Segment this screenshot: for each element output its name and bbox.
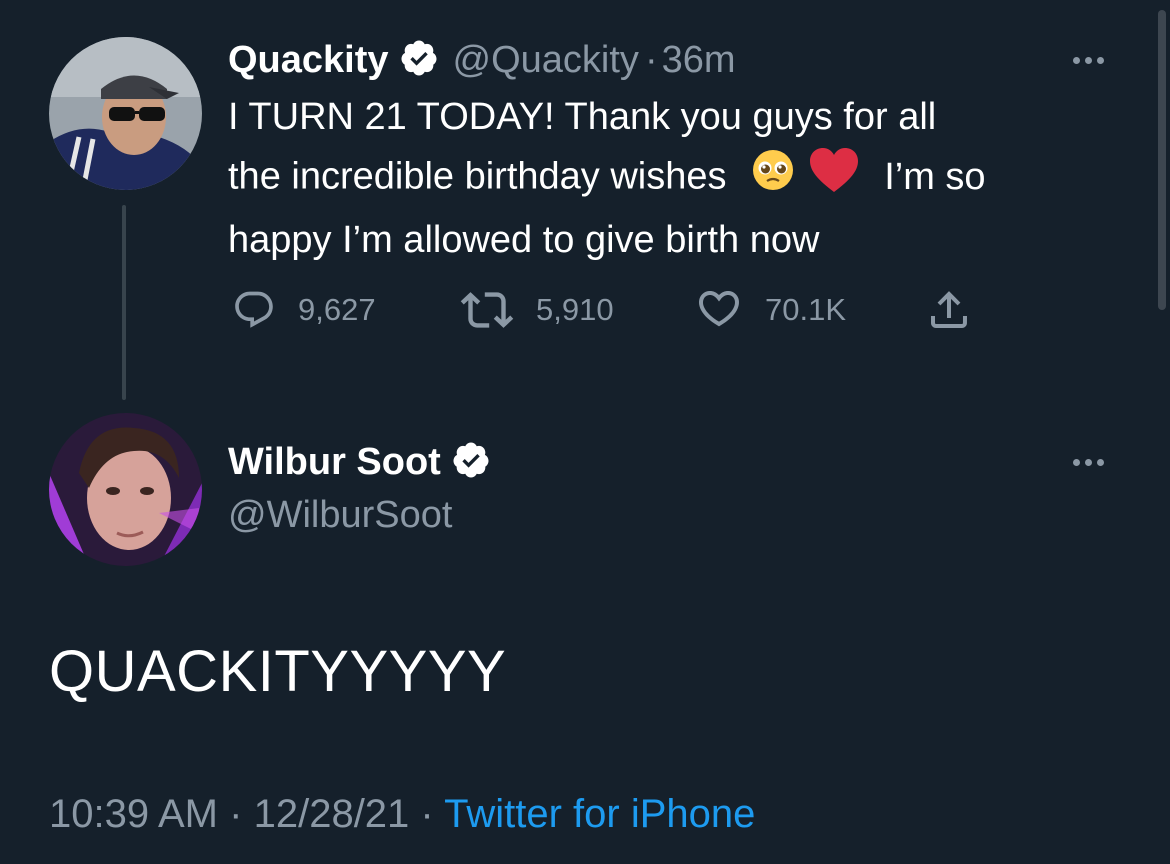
text-line-1: I TURN 21 TODAY! Thank you guys for all: [228, 96, 937, 138]
like-count: 70.1K: [765, 292, 847, 327]
parent-tweet-text: I TURN 21 TODAY! Thank you guys for all …: [228, 88, 1128, 269]
quackity-avatar[interactable]: [49, 37, 202, 190]
tweet-source-link[interactable]: Twitter for iPhone: [444, 792, 755, 836]
author-handle[interactable]: @Quackity: [453, 39, 639, 82]
wilbursoot-avatar[interactable]: [49, 413, 202, 566]
separator: ·: [420, 792, 434, 836]
tweet-time[interactable]: 36m: [662, 39, 736, 82]
tweet-time[interactable]: 10:39 AM: [49, 792, 218, 836]
author-handle[interactable]: @WilburSoot: [228, 494, 452, 537]
retweet-icon: [460, 292, 514, 328]
text-line-2: the incredible birthday wishes I’m so: [228, 146, 1128, 211]
reply-tweet-text: QUACKITYYYYY: [49, 639, 507, 704]
like-action[interactable]: 70.1K: [695, 288, 846, 332]
like-icon: [698, 291, 740, 327]
retweet-count: 5,910: [536, 292, 614, 327]
scrollbar[interactable]: [1158, 10, 1166, 310]
thread-line: [122, 205, 126, 400]
text-line-3: happy I’m allowed to give birth now: [228, 219, 820, 261]
author-name[interactable]: Quackity: [228, 39, 389, 82]
retweet-action[interactable]: 5,910: [460, 288, 614, 332]
share-icon: [931, 291, 967, 328]
separator: ·: [229, 792, 243, 836]
tweet-metadata: 10:39 AM · 12/28/21 · Twitter for iPhone: [49, 792, 755, 837]
more-icon[interactable]: [1073, 57, 1104, 64]
tweet-date[interactable]: 12/28/21: [254, 792, 410, 836]
reply-author-row: Wilbur Soot: [228, 436, 491, 488]
reply-action[interactable]: 9,627: [232, 288, 376, 332]
text-line-2a: the incredible birthday wishes: [228, 155, 727, 198]
text-line-2b: I’m so: [884, 155, 986, 198]
verified-icon: [451, 440, 491, 485]
pleading-face-emoji: [751, 148, 795, 209]
reply-icon: [235, 291, 273, 328]
share-action[interactable]: [925, 286, 995, 334]
parent-tweet-header: Quackity @Quackity · 36m: [228, 34, 736, 86]
red-heart-emoji: [808, 146, 860, 211]
more-icon[interactable]: [1073, 459, 1104, 466]
separator: ·: [644, 38, 658, 81]
verified-icon: [399, 38, 439, 83]
reply-count: 9,627: [298, 292, 376, 327]
author-name[interactable]: Wilbur Soot: [228, 441, 441, 484]
